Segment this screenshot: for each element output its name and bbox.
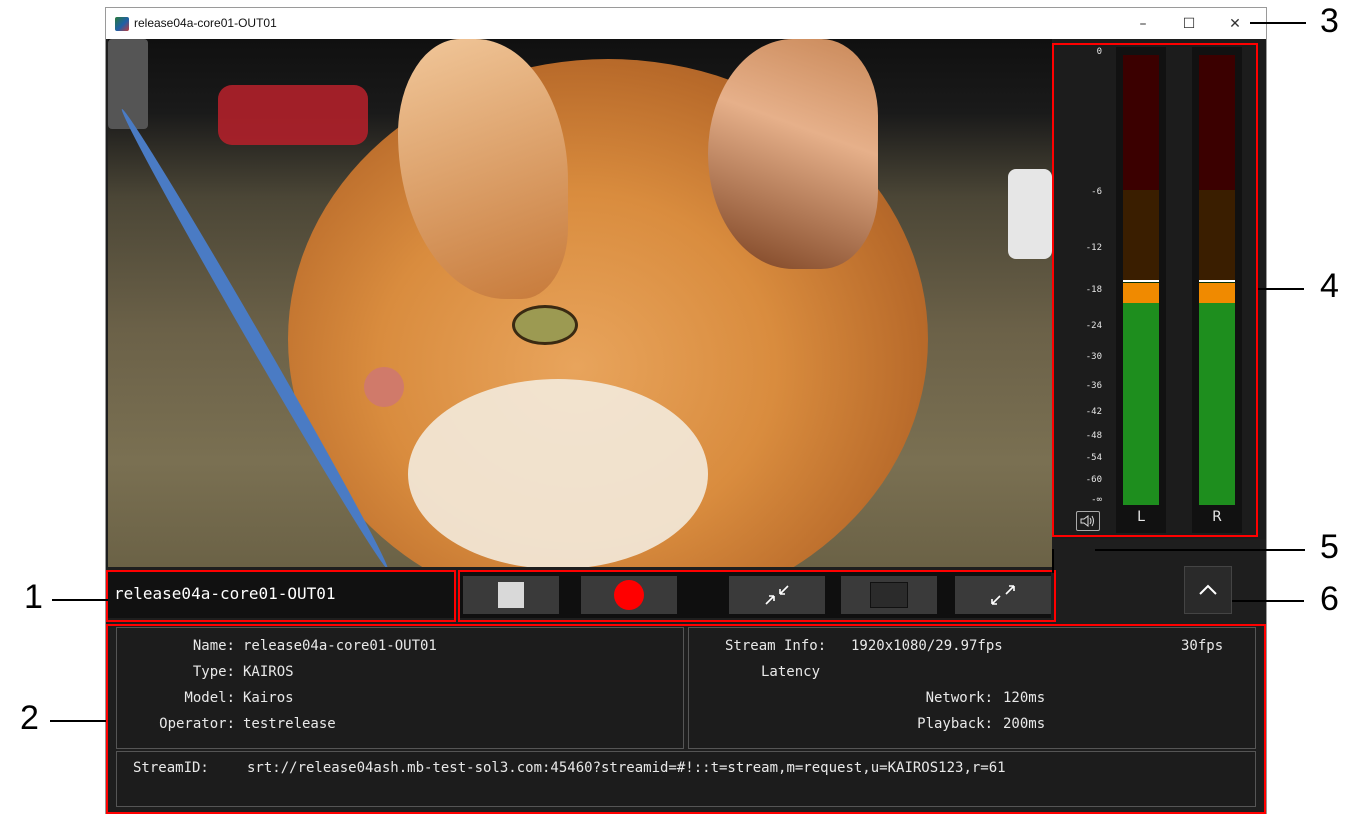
collapse-up-button[interactable]: [1184, 566, 1232, 614]
annotation-box-name: [106, 570, 456, 622]
callout-number-5: 5: [1320, 528, 1339, 566]
callout-line-5: [1095, 549, 1305, 551]
minimize-button[interactable]: –: [1120, 8, 1166, 39]
callout-line-3: [1250, 22, 1306, 24]
callout-line-6: [1232, 600, 1304, 602]
annotation-box-info: [106, 624, 1266, 814]
callout-number-2: 2: [20, 699, 39, 737]
chevron-up-icon: [1199, 584, 1217, 595]
callout-number-1: 1: [24, 578, 43, 616]
callout-line-1: [52, 599, 108, 601]
callout-line-4: [1258, 288, 1304, 290]
callout-line-5-riser: [1052, 549, 1054, 573]
callout-number-6: 6: [1320, 580, 1339, 618]
window-title: release04a-core01-OUT01: [134, 16, 277, 30]
callout-number-3: 3: [1320, 2, 1339, 40]
app-icon: [115, 17, 129, 31]
video-preview: [108, 39, 1052, 567]
title-bar: release04a-core01-OUT01 – ☐ ✕: [106, 8, 1266, 39]
callout-number-4: 4: [1320, 267, 1339, 305]
callout-line-2: [50, 720, 106, 722]
maximize-button[interactable]: ☐: [1166, 8, 1212, 39]
annotation-box-controls: [458, 570, 1056, 622]
annotation-box-meter: [1052, 43, 1258, 537]
